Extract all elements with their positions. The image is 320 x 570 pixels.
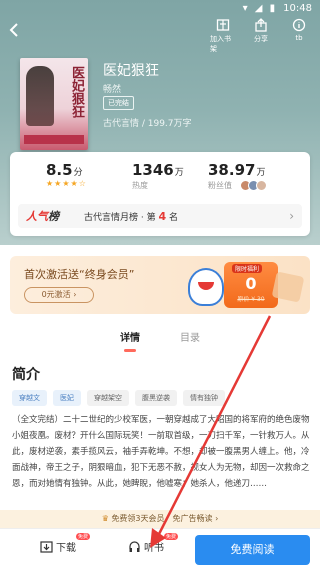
status-badge: 已完结 bbox=[103, 96, 134, 110]
rank-suffix: 名 bbox=[169, 212, 179, 223]
avatar bbox=[255, 180, 267, 191]
listen-badge: 免费 bbox=[163, 533, 178, 540]
vip-title: 首次激活送“终身会员” bbox=[24, 268, 135, 281]
heat-value: 1346 bbox=[132, 161, 174, 179]
tag-item[interactable]: 腹黑逆袭 bbox=[135, 390, 177, 406]
book-meta: 古代言情 / 199.7万字 bbox=[103, 119, 192, 129]
status-bar: ▾ ◢ ▮ 10:48 bbox=[0, 0, 320, 16]
top-actions: 加入书架 分享 tb bbox=[210, 18, 312, 54]
status-icons: ▾ ◢ ▮ bbox=[242, 2, 278, 14]
rank-logo: 人气榜 bbox=[26, 208, 76, 224]
cover-figure bbox=[26, 66, 54, 126]
headphones-icon bbox=[129, 541, 140, 552]
share-button[interactable]: 分享 bbox=[248, 18, 274, 54]
coupon-original-price: 原价 ¥ 30 bbox=[237, 296, 265, 303]
rank-logo-b: 榜 bbox=[48, 210, 59, 223]
rating-stat: 8.5分 ★★★★☆ bbox=[46, 160, 87, 188]
rating-value: 8.5 bbox=[46, 161, 73, 179]
rank-row[interactable]: 人气榜 古代言情月榜 · 第 4 名 › bbox=[18, 204, 302, 228]
cover-title: 医妃狠狂 bbox=[69, 66, 84, 118]
synopsis-text: （全文完结）二十二世纪的少校军医，一朝穿越成了大昭国的将军府的绝色废物小姐夜凰。… bbox=[12, 415, 310, 489]
detail-tabs: 详情 目录 bbox=[0, 330, 320, 352]
heat-stat: 1346万 热度 bbox=[132, 160, 184, 191]
tag-item[interactable]: 穿越架空 bbox=[87, 390, 129, 406]
download-label: 下载 bbox=[56, 543, 76, 554]
free-vip-hint[interactable]: ♛ 免费领3天会员，免广告畅读 › bbox=[0, 510, 320, 528]
tag-item[interactable]: 情有独钟 bbox=[183, 390, 225, 406]
free-read-button[interactable]: 免费阅读 bbox=[195, 535, 310, 565]
rank-logo-a: 人气 bbox=[26, 210, 48, 223]
rank-text: 古代言情月榜 · 第 4 名 bbox=[84, 210, 178, 223]
stats-card: 8.5分 ★★★★☆ 1346万 热度 38.97万 粉丝值 人气榜 古代言情月… bbox=[10, 152, 310, 236]
info-button[interactable]: tb bbox=[286, 18, 312, 54]
download-badge: 免费 bbox=[75, 533, 90, 540]
chevron-left-icon bbox=[9, 23, 18, 37]
crown-icon: ♛ bbox=[101, 514, 109, 523]
fans-unit: 万 bbox=[256, 168, 266, 178]
add-to-shelf-button[interactable]: 加入书架 bbox=[210, 18, 236, 54]
share-label: 分享 bbox=[254, 35, 268, 43]
tab-catalog[interactable]: 目录 bbox=[180, 330, 200, 352]
tag-list: 穿越文 医妃 穿越架空 腹黑逆袭 情有独钟 bbox=[12, 390, 225, 406]
fans-label: 粉丝值 bbox=[208, 181, 232, 190]
download-button[interactable]: 下载 免费 bbox=[40, 533, 90, 554]
synopsis-title: 简介 bbox=[12, 367, 40, 383]
tag-item[interactable]: 穿越文 bbox=[12, 390, 47, 406]
back-button[interactable] bbox=[8, 22, 24, 40]
rank-prefix: 古代言情月榜 · 第 bbox=[84, 212, 156, 223]
fans-stat[interactable]: 38.97万 粉丝值 bbox=[208, 160, 267, 191]
vip-coupon: 限时福利 0 原价 ¥ 30 bbox=[224, 262, 278, 308]
rank-number: 4 bbox=[158, 209, 167, 223]
share-icon bbox=[255, 18, 267, 32]
mascot-icon bbox=[188, 268, 224, 306]
info-icon bbox=[292, 18, 306, 32]
listen-button[interactable]: 听书 免费 bbox=[128, 533, 178, 554]
add-to-shelf-label: 加入书架 bbox=[210, 35, 231, 53]
tag-item[interactable]: 医妃 bbox=[53, 390, 81, 406]
rating-stars-icon: ★★★★☆ bbox=[46, 179, 87, 188]
coupon-label: 限时福利 bbox=[232, 264, 263, 273]
listen-label: 听书 bbox=[144, 543, 164, 554]
fan-avatars bbox=[238, 180, 267, 191]
heat-unit: 万 bbox=[174, 168, 184, 178]
book-cover[interactable]: 医妃狠狂 bbox=[20, 58, 88, 150]
tab-details[interactable]: 详情 bbox=[120, 330, 140, 352]
coupon-price: 0 bbox=[245, 274, 257, 293]
bookshelf-icon bbox=[216, 19, 230, 31]
ticket-icon bbox=[271, 271, 305, 303]
fans-value: 38.97 bbox=[208, 161, 256, 179]
info-label: tb bbox=[295, 34, 303, 42]
vip-banner[interactable]: 首次激活送“终身会员” 0元激活 › 限时福利 0 原价 ¥ 30 bbox=[10, 256, 310, 314]
book-title: 医妃狠狂 bbox=[103, 63, 159, 79]
status-time: 10:48 bbox=[283, 2, 312, 14]
fans-row: 粉丝值 bbox=[208, 180, 267, 191]
chevron-right-icon: › bbox=[289, 209, 294, 223]
rating-unit: 分 bbox=[73, 168, 83, 178]
free-vip-hint-label: 免费领3天会员，免广告畅读 › bbox=[111, 514, 219, 523]
book-author[interactable]: 畅然 bbox=[103, 82, 121, 95]
heat-label: 热度 bbox=[132, 181, 148, 190]
download-icon bbox=[40, 541, 53, 553]
vip-activate-button[interactable]: 0元激活 › bbox=[24, 287, 94, 303]
cover-bar bbox=[24, 135, 84, 144]
